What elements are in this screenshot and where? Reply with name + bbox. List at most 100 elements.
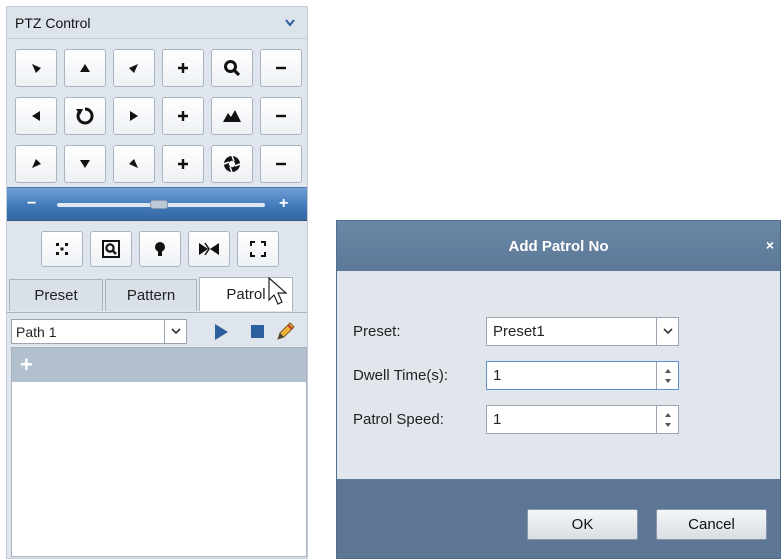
- zoom-label-button[interactable]: [211, 49, 253, 87]
- stepper-up-icon[interactable]: [664, 412, 672, 418]
- stepper-down-icon[interactable]: [664, 422, 672, 428]
- patrol-list-header: +: [12, 348, 306, 382]
- patrol-list: +: [11, 347, 307, 557]
- preset-select-value: Preset1: [493, 323, 545, 340]
- speed-decrease-button[interactable]: −: [27, 196, 36, 212]
- expand-corners-icon: [250, 241, 266, 257]
- auto-scan-button[interactable]: [64, 97, 106, 135]
- edit-pencil-icon[interactable]: [275, 320, 297, 342]
- iris-open-button[interactable]: [162, 145, 204, 183]
- arrow-left-icon: [32, 111, 40, 121]
- magnifier-icon: [224, 60, 241, 77]
- path-select[interactable]: Path 1: [11, 319, 187, 344]
- patrol-speed-value: 1: [493, 411, 502, 428]
- cancel-button[interactable]: Cancel: [656, 509, 767, 540]
- path-select-value: Path 1: [16, 323, 57, 340]
- dwell-time-input[interactable]: 1: [486, 361, 679, 390]
- dialog-title: Add Patrol No: [508, 237, 609, 255]
- bulb-icon: [155, 242, 165, 256]
- stepper-up-icon[interactable]: [664, 368, 672, 374]
- preset-row: Preset: Preset1: [353, 317, 679, 346]
- dwell-time-label: Dwell Time(s):: [353, 367, 449, 384]
- mouse-cursor-icon: [268, 276, 288, 305]
- focus-far-button[interactable]: [260, 97, 302, 135]
- speed-increase-button[interactable]: +: [279, 196, 288, 212]
- focus-label-button[interactable]: [211, 97, 253, 135]
- arrow-up-icon: [80, 64, 90, 72]
- patrol-speed-row: Patrol Speed: 1: [353, 405, 679, 434]
- ptz-header[interactable]: PTZ Control: [7, 7, 307, 39]
- tab-pattern[interactable]: Pattern: [105, 279, 197, 311]
- pan-down-left-button[interactable]: [15, 145, 57, 183]
- play-icon[interactable]: [213, 323, 229, 341]
- patrol-speed-label: Patrol Speed:: [353, 411, 444, 428]
- tab-preset[interactable]: Preset: [9, 279, 103, 311]
- minus-icon: [276, 162, 286, 166]
- ptz-tabs: Preset Pattern Patrol: [9, 277, 295, 311]
- dwell-time-row: Dwell Time(s): 1: [353, 361, 679, 390]
- pan-right-button[interactable]: [113, 97, 155, 135]
- plus-icon: [178, 111, 188, 121]
- focus-near-button[interactable]: [162, 97, 204, 135]
- patrol-speed-stepper[interactable]: [656, 406, 678, 433]
- regional-zoom-button[interactable]: [90, 231, 132, 267]
- 3d-positioning-button[interactable]: [41, 231, 83, 267]
- add-patrol-dialog: Add Patrol No × Preset: Preset1 Dwell Ti…: [336, 220, 781, 559]
- wiper-icon: [199, 242, 219, 256]
- dialog-footer: OK Cancel: [337, 479, 780, 558]
- arrow-down-icon: [80, 160, 90, 168]
- dwell-time-stepper[interactable]: [656, 362, 678, 389]
- arrow-down-left-icon: [32, 159, 41, 168]
- preset-label: Preset:: [353, 323, 401, 340]
- stepper-down-icon[interactable]: [664, 378, 672, 384]
- dialog-body: Preset: Preset1 Dwell Time(s): 1 Patrol …: [337, 271, 780, 479]
- zoom-in-button[interactable]: [162, 49, 204, 87]
- chevron-down-icon[interactable]: [656, 318, 678, 345]
- rotate-icon: [76, 107, 94, 125]
- ok-button[interactable]: OK: [527, 509, 638, 540]
- ptz-title: PTZ Control: [15, 14, 91, 31]
- tab-patrol-label: Patrol: [226, 286, 266, 303]
- mountain-icon: [223, 110, 241, 122]
- arrow-down-right-icon: [129, 159, 138, 168]
- patrol-path-row: Path 1: [7, 312, 307, 347]
- iris-label-button[interactable]: [211, 145, 253, 183]
- stop-icon[interactable]: [251, 325, 264, 338]
- zoom-box-icon: [102, 240, 120, 258]
- close-icon[interactable]: ×: [766, 237, 774, 253]
- fullscreen-button[interactable]: [237, 231, 279, 267]
- minus-icon: [276, 114, 286, 118]
- chevron-down-icon[interactable]: [283, 16, 297, 30]
- ptz-control-panel: PTZ Control − + Preset Pattern Patrol Pa…: [6, 6, 308, 559]
- pan-up-right-button[interactable]: [113, 49, 155, 87]
- pan-left-button[interactable]: [15, 97, 57, 135]
- tab-pattern-label: Pattern: [126, 287, 176, 304]
- ptz-tool-row: [41, 231, 279, 267]
- wiper-button[interactable]: [188, 231, 230, 267]
- minus-icon: [276, 66, 286, 70]
- arrow-right-icon: [130, 111, 138, 121]
- add-preset-button[interactable]: +: [20, 354, 33, 376]
- preset-select[interactable]: Preset1: [486, 317, 679, 346]
- iris-close-button[interactable]: [260, 145, 302, 183]
- arrow-up-left-icon: [32, 64, 41, 73]
- pan-up-button[interactable]: [64, 49, 106, 87]
- target-dots-icon: [56, 243, 68, 255]
- pan-up-left-button[interactable]: [15, 49, 57, 87]
- ptz-speed-bar: − +: [7, 187, 307, 221]
- speed-slider-handle[interactable]: [150, 200, 168, 209]
- pan-down-right-button[interactable]: [113, 145, 155, 183]
- tab-preset-label: Preset: [34, 287, 78, 304]
- dialog-header: Add Patrol No ×: [337, 221, 780, 271]
- zoom-out-button[interactable]: [260, 49, 302, 87]
- plus-icon: [178, 159, 188, 169]
- aperture-icon: [223, 155, 241, 173]
- light-button[interactable]: [139, 231, 181, 267]
- ptz-button-grid: [15, 49, 302, 183]
- arrow-up-right-icon: [129, 64, 138, 73]
- chevron-down-icon[interactable]: [164, 320, 186, 343]
- dwell-time-value: 1: [493, 367, 502, 384]
- plus-icon: [178, 63, 188, 73]
- pan-down-button[interactable]: [64, 145, 106, 183]
- patrol-speed-input[interactable]: 1: [486, 405, 679, 434]
